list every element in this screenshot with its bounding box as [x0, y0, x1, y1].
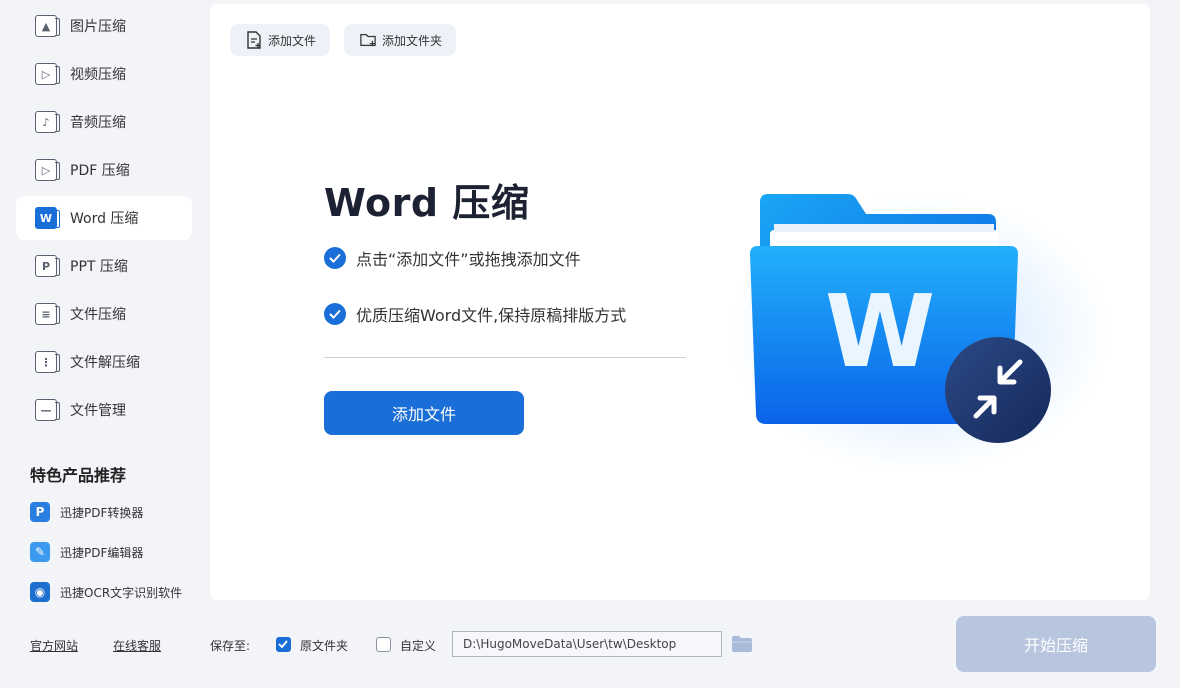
- add-file-top-button[interactable]: 添加文件: [230, 24, 331, 56]
- pdf-editor-icon: ✎: [30, 542, 50, 562]
- original-folder-checkbox[interactable]: [276, 637, 291, 652]
- add-folder-icon: [360, 34, 376, 47]
- sidebar-item-label: 文件管理: [70, 403, 126, 419]
- promo-label: 迅捷PDF转换器: [60, 505, 144, 520]
- sidebar-item-file[interactable]: ≡ 文件压缩: [16, 292, 192, 336]
- official-site-link[interactable]: 官方网站: [30, 637, 78, 654]
- feature-item: 优质压缩Word文件,保持原稿排版方式: [324, 302, 626, 326]
- sidebar-item-label: 图片压缩: [70, 19, 126, 35]
- check-icon: [324, 247, 346, 269]
- pdf-icon: ▷: [35, 159, 60, 181]
- promo-title: 特色产品推荐: [30, 466, 127, 485]
- image-icon: ▲: [35, 15, 60, 37]
- start-compress-label: 开始压缩: [1023, 636, 1088, 655]
- main-panel: 添加文件 添加文件夹 Word 压缩 点击“添加文件”或拖拽添加文件 优质压缩W…: [210, 4, 1150, 600]
- sidebar-item-label: 文件解压缩: [70, 355, 140, 371]
- sidebar-item-label: Word 压缩: [70, 211, 139, 227]
- promo-pdf-converter[interactable]: P 迅捷PDF转换器: [30, 500, 143, 524]
- folder-manage-icon: —: [35, 399, 60, 421]
- promo-pdf-editor[interactable]: ✎ 迅捷PDF编辑器: [30, 540, 143, 564]
- unzip-icon: ⋮: [35, 351, 60, 373]
- sidebar-item-label: 视频压缩: [70, 67, 126, 83]
- save-path-input[interactable]: [452, 631, 722, 657]
- audio-icon: ♪: [35, 111, 60, 133]
- word-folder-illustration: W: [730, 194, 1110, 474]
- start-compress-button[interactable]: 开始压缩: [956, 616, 1156, 672]
- sidebar-item-video[interactable]: ▷ 视频压缩: [16, 52, 192, 96]
- add-file-button-label: 添加文件: [391, 405, 456, 424]
- add-file-button[interactable]: 添加文件: [324, 391, 524, 435]
- sidebar-item-pdf[interactable]: ▷ PDF 压缩: [16, 148, 192, 192]
- sidebar-item-ppt[interactable]: P PPT 压缩: [16, 244, 192, 288]
- sidebar-item-label: PDF 压缩: [70, 163, 130, 179]
- file-icon: ≡: [35, 303, 60, 325]
- sidebar-item-image[interactable]: ▲ 图片压缩: [16, 4, 192, 48]
- video-icon: ▷: [35, 63, 60, 85]
- word-icon: W: [35, 207, 60, 229]
- promo-ocr[interactable]: ◉ 迅捷OCR文字识别软件: [30, 580, 182, 604]
- add-folder-top-button[interactable]: 添加文件夹: [344, 24, 457, 56]
- feature-text: 优质压缩Word文件,保持原稿排版方式: [356, 306, 627, 325]
- sidebar-item-label: PPT 压缩: [70, 259, 128, 275]
- save-to-label: 保存至:: [210, 639, 251, 653]
- sidebar-item-label: 文件压缩: [70, 307, 126, 323]
- sidebar-item-file-manage[interactable]: — 文件管理: [16, 388, 192, 432]
- sidebar-item-audio[interactable]: ♪ 音频压缩: [16, 100, 192, 144]
- feature-item: 点击“添加文件”或拖拽添加文件: [324, 246, 581, 270]
- promo-label: 迅捷OCR文字识别软件: [60, 585, 183, 600]
- check-icon: [324, 303, 346, 325]
- add-file-icon: [247, 31, 261, 49]
- page-title: Word 压缩: [324, 181, 530, 225]
- ppt-icon: P: [35, 255, 60, 277]
- online-service-link[interactable]: 在线客服: [113, 637, 161, 654]
- original-folder-label: 原文件夹: [300, 639, 349, 653]
- sidebar: ▲ 图片压缩 ▷ 视频压缩 ♪ 音频压缩 ▷ PDF 压缩 W Word 压缩 …: [0, 0, 205, 620]
- divider: [324, 357, 686, 358]
- custom-checkbox[interactable]: [376, 637, 391, 652]
- sidebar-item-unzip[interactable]: ⋮ 文件解压缩: [16, 340, 192, 384]
- sidebar-item-label: 音频压缩: [70, 115, 126, 131]
- custom-label: 自定义: [400, 639, 437, 653]
- browse-folder-icon[interactable]: [731, 635, 753, 653]
- add-folder-top-label: 添加文件夹: [382, 33, 443, 48]
- feature-text: 点击“添加文件”或拖拽添加文件: [356, 250, 581, 269]
- illustration-letter: W: [825, 273, 935, 390]
- ocr-icon: ◉: [30, 582, 50, 602]
- pdf-converter-icon: P: [30, 502, 50, 522]
- checkmark-icon: [278, 640, 288, 649]
- sidebar-item-word[interactable]: W Word 压缩: [16, 196, 192, 240]
- add-file-top-label: 添加文件: [268, 33, 317, 48]
- promo-label: 迅捷PDF编辑器: [60, 545, 144, 560]
